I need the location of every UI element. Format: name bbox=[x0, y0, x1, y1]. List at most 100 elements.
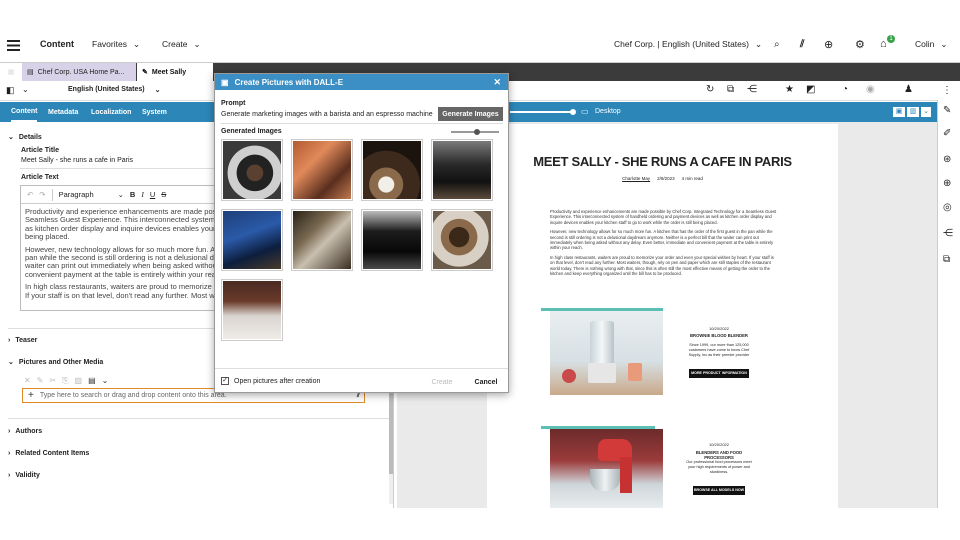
copy-icon[interactable]: ⎘ bbox=[62, 376, 68, 386]
edit-pen-icon[interactable]: ✎ bbox=[943, 105, 951, 116]
generate-images-button[interactable]: Generate Images bbox=[438, 107, 503, 121]
paste-icon[interactable]: ▤ bbox=[88, 376, 96, 386]
generated-image-2[interactable] bbox=[291, 139, 353, 201]
notifications-icon[interactable]: ⌂ bbox=[880, 38, 887, 50]
barista-black-machine-image bbox=[363, 211, 421, 269]
card-date: 10/20/2022 bbox=[708, 442, 730, 447]
bold-button[interactable]: B bbox=[130, 190, 135, 199]
reload-icon[interactable]: ↻ bbox=[706, 84, 714, 95]
authors-section-header[interactable]: › Authors bbox=[8, 428, 42, 435]
split-view-icon[interactable]: ▥ bbox=[907, 107, 919, 117]
slider-handle[interactable] bbox=[474, 129, 481, 135]
create-menu[interactable]: Create ⌄ bbox=[162, 39, 201, 50]
details-section-header[interactable]: ⌄ Details bbox=[8, 133, 42, 142]
locale-select[interactable]: English (United States) ⌄ bbox=[68, 86, 161, 94]
italic-button[interactable]: I bbox=[141, 190, 144, 199]
tab-content[interactable]: Content bbox=[11, 102, 38, 122]
share-nodes-icon[interactable]: ⋲ bbox=[943, 228, 953, 239]
chevron-down-icon[interactable]: ⌄ bbox=[102, 376, 109, 386]
browse-all-models-button[interactable]: BROWSE ALL MODELS NOW bbox=[693, 486, 745, 495]
preview-byline: Charlotte May 2/9/2023 4 min read bbox=[487, 176, 838, 181]
more-menu-icon[interactable]: ⋮ bbox=[942, 85, 952, 96]
undo-icon[interactable]: ↶ bbox=[27, 190, 33, 199]
close-icon[interactable]: ✕ bbox=[493, 77, 501, 88]
stand-mixer-image[interactable] bbox=[550, 429, 663, 508]
chevron-down-icon: ⌄ bbox=[154, 87, 161, 94]
barista-cup-pour-image bbox=[363, 141, 421, 199]
strikethrough-button[interactable]: S bbox=[161, 190, 166, 199]
site-selector[interactable]: Chef Corp. | English (United States) ⌄ bbox=[614, 39, 762, 50]
generated-image-1[interactable] bbox=[221, 139, 283, 201]
share-icon[interactable]: ⋲ bbox=[747, 84, 757, 95]
tab-meet-sally[interactable]: ✎ Meet Sally bbox=[137, 63, 213, 81]
generated-image-6[interactable] bbox=[291, 209, 353, 271]
translate-icon[interactable]: ⊛ bbox=[943, 154, 951, 165]
search-list-icon[interactable]: ⌕ bbox=[774, 39, 780, 50]
history-icon[interactable]: ◔ bbox=[842, 84, 848, 95]
preview-width-slider[interactable] bbox=[510, 111, 574, 113]
mixer-bowl bbox=[590, 469, 620, 491]
preview-paragraph: In high class restaurants, waiters are p… bbox=[550, 254, 774, 277]
generated-images-label: Generated Images bbox=[221, 128, 282, 135]
chart-icon[interactable]: ◩ bbox=[806, 84, 815, 95]
bookmark-star-icon[interactable]: ★ bbox=[785, 84, 794, 95]
tab-system[interactable]: System bbox=[142, 102, 167, 122]
slider-handle[interactable] bbox=[570, 109, 576, 115]
chevron-down-icon[interactable]: ⌄ bbox=[921, 107, 931, 117]
chevron-down-icon[interactable]: ⌄ bbox=[22, 85, 29, 94]
globe-icon[interactable]: ⊕ bbox=[943, 178, 951, 189]
redo-icon[interactable]: ↷ bbox=[39, 190, 45, 199]
target-icon[interactable]: ⊕ bbox=[824, 38, 833, 51]
copy-icon[interactable]: ⧉ bbox=[943, 254, 950, 265]
globe-check-icon[interactable]: ◎ bbox=[943, 202, 952, 213]
teaser-section-header[interactable]: › Teaser bbox=[8, 337, 37, 344]
dialog-title: Create Pictures with DALL-E bbox=[234, 77, 344, 87]
more-product-info-button[interactable]: MORE PRODUCT INFORMATION bbox=[689, 369, 749, 378]
library-icon[interactable]: ⫽ bbox=[800, 39, 804, 50]
validity-section-header[interactable]: › Validity bbox=[8, 472, 40, 479]
cancel-button[interactable]: Cancel bbox=[471, 375, 501, 389]
tab-localization[interactable]: Localization bbox=[91, 102, 131, 122]
sidebar-toggle-icon[interactable]: ◧ bbox=[6, 85, 15, 96]
checkbox-checked-icon[interactable]: ✓ bbox=[221, 377, 229, 385]
generated-image-7[interactable] bbox=[361, 209, 423, 271]
dialog-header: ▣ Create Pictures with DALL-E ✕ bbox=[215, 74, 508, 90]
user-approve-icon[interactable]: ♟ bbox=[904, 84, 913, 95]
create-button[interactable]: Create bbox=[428, 375, 456, 389]
fruit-bowl bbox=[562, 369, 576, 383]
cut-icon[interactable]: ✂ bbox=[49, 376, 56, 386]
divider bbox=[8, 418, 390, 419]
blender-image[interactable] bbox=[550, 311, 663, 395]
generated-image-5[interactable] bbox=[221, 209, 283, 271]
card-title: BLENDERS AND FOOD PROCESSORS bbox=[695, 450, 743, 460]
grid-icon[interactable]: ▦ bbox=[0, 63, 22, 81]
image-icon[interactable]: ▨ bbox=[75, 376, 83, 386]
generated-image-3[interactable] bbox=[361, 139, 423, 201]
article-title-field[interactable]: Meet Sally - she runs a cafe in Paris bbox=[21, 157, 133, 164]
edit-icon[interactable]: ✎ bbox=[37, 376, 44, 386]
prompt-input[interactable]: Generate marketing images with a barista… bbox=[221, 111, 433, 118]
open-after-creation-option[interactable]: ✓ Open pictures after creation bbox=[221, 377, 320, 385]
tab-metadata[interactable]: Metadata bbox=[48, 102, 78, 122]
pictures-section-header[interactable]: ⌄ Pictures and Other Media bbox=[8, 358, 103, 367]
user-menu[interactable]: Colin ⌄ bbox=[915, 39, 948, 50]
open-external-icon[interactable]: ⧉ bbox=[727, 84, 734, 95]
card-text: Our professional food processors meet yo… bbox=[686, 460, 752, 474]
related-section-header[interactable]: › Related Content Items bbox=[8, 450, 89, 457]
preview-author[interactable]: Charlotte May bbox=[622, 176, 650, 181]
edit-list-icon[interactable]: ✐ bbox=[943, 128, 951, 139]
underline-button[interactable]: U bbox=[150, 190, 155, 199]
generated-image-9[interactable] bbox=[221, 279, 283, 341]
eye-icon[interactable]: ◉ bbox=[866, 84, 875, 95]
tab-chef-corp-home[interactable]: ▤ Chef Corp. USA Home Pa... bbox=[22, 63, 136, 81]
remove-icon[interactable]: ✕ bbox=[24, 376, 31, 386]
plus-icon[interactable]: + bbox=[28, 390, 34, 401]
generated-image-8[interactable] bbox=[431, 209, 493, 271]
layout-toggle-icon[interactable]: ▣ bbox=[893, 107, 905, 117]
favorites-menu[interactable]: Favorites ⌄ bbox=[92, 39, 140, 50]
paragraph-style-select[interactable]: Paragraph ⌄ bbox=[59, 190, 124, 199]
section-title: Validity bbox=[15, 472, 40, 479]
generated-image-4[interactable] bbox=[431, 139, 493, 201]
workflow-gears-icon[interactable]: ⚙ bbox=[855, 38, 865, 51]
hamburger-menu-icon[interactable] bbox=[7, 40, 20, 51]
